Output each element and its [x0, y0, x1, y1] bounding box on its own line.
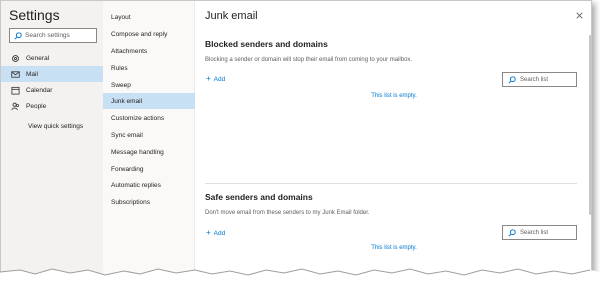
search-placeholder: Search list [520, 76, 549, 83]
settings-search-placeholder: Search settings [25, 32, 70, 39]
blocked-senders-description: Blocking a sender or domain will stop th… [205, 57, 413, 63]
menu-item-subscriptions[interactable]: Subscriptions [103, 194, 195, 210]
view-quick-settings-label: View quick settings [28, 122, 84, 130]
page-title: Junk email [205, 10, 258, 22]
menu-item-message-handling[interactable]: Message handling [103, 144, 195, 160]
blocked-senders-heading: Blocked senders and domains [205, 39, 328, 49]
view-quick-settings-link[interactable]: View quick settings [1, 118, 103, 134]
safe-list-search-input[interactable]: Search list [502, 225, 577, 240]
menu-item-attachments[interactable]: Attachments [103, 43, 195, 59]
menu-item-customize-actions[interactable]: Customize actions [103, 110, 195, 126]
safe-senders-heading: Safe senders and domains [205, 192, 313, 202]
add-blocked-sender-button[interactable]: + Add [206, 75, 225, 83]
search-placeholder: Search list [520, 229, 549, 236]
category-mail[interactable]: Mail [1, 66, 103, 82]
settings-sidebar: Settings Search settings General Mail Ca… [1, 1, 103, 281]
category-label: People [26, 102, 47, 110]
search-icon [14, 31, 22, 40]
blocked-list-empty-text: This list is empty. [371, 93, 417, 99]
calendar-icon [11, 86, 20, 95]
people-icon [11, 102, 20, 111]
junk-email-panel: Junk email Blocked senders and domains B… [196, 1, 592, 281]
close-button[interactable] [574, 10, 584, 20]
menu-item-sync-email[interactable]: Sync email [103, 127, 195, 143]
settings-window: Settings Search settings General Mail Ca… [0, 0, 592, 282]
add-safe-sender-button[interactable]: + Add [206, 229, 225, 237]
scrollbar[interactable] [589, 35, 592, 215]
search-icon [508, 228, 516, 237]
plus-icon: + [206, 228, 211, 237]
menu-item-forwarding[interactable]: Forwarding [103, 161, 195, 177]
menu-item-automatic-replies[interactable]: Automatic replies [103, 177, 195, 193]
category-general[interactable]: General [1, 50, 103, 66]
plus-icon: + [206, 74, 211, 83]
menu-item-rules[interactable]: Rules [103, 60, 195, 76]
category-calendar[interactable]: Calendar [1, 82, 103, 98]
menu-item-compose-and-reply[interactable]: Compose and reply [103, 26, 195, 42]
category-label: Mail [26, 70, 38, 78]
add-label: Add [213, 229, 226, 237]
mail-icon [11, 70, 20, 79]
settings-search-input[interactable]: Search settings [9, 28, 97, 43]
close-icon [575, 6, 583, 24]
category-people[interactable]: People [1, 98, 103, 114]
category-label: Calendar [26, 86, 53, 94]
menu-item-junk-email[interactable]: Junk email [103, 93, 195, 109]
add-label: Add [213, 75, 226, 83]
blocked-list-search-input[interactable]: Search list [502, 72, 577, 87]
menu-item-layout[interactable]: Layout [103, 9, 195, 25]
settings-title: Settings [9, 7, 60, 23]
mail-settings-menu: Layout Compose and reply Attachments Rul… [103, 1, 195, 281]
safe-list-empty-text: This list is empty. [371, 245, 417, 251]
gear-icon [11, 54, 20, 63]
search-icon [508, 75, 516, 84]
torn-edge-decoration [0, 268, 600, 296]
menu-item-sweep[interactable]: Sweep [103, 77, 195, 93]
section-divider [205, 183, 577, 184]
safe-senders-description: Don't move email from these senders to m… [205, 210, 370, 216]
category-label: General [26, 54, 50, 62]
